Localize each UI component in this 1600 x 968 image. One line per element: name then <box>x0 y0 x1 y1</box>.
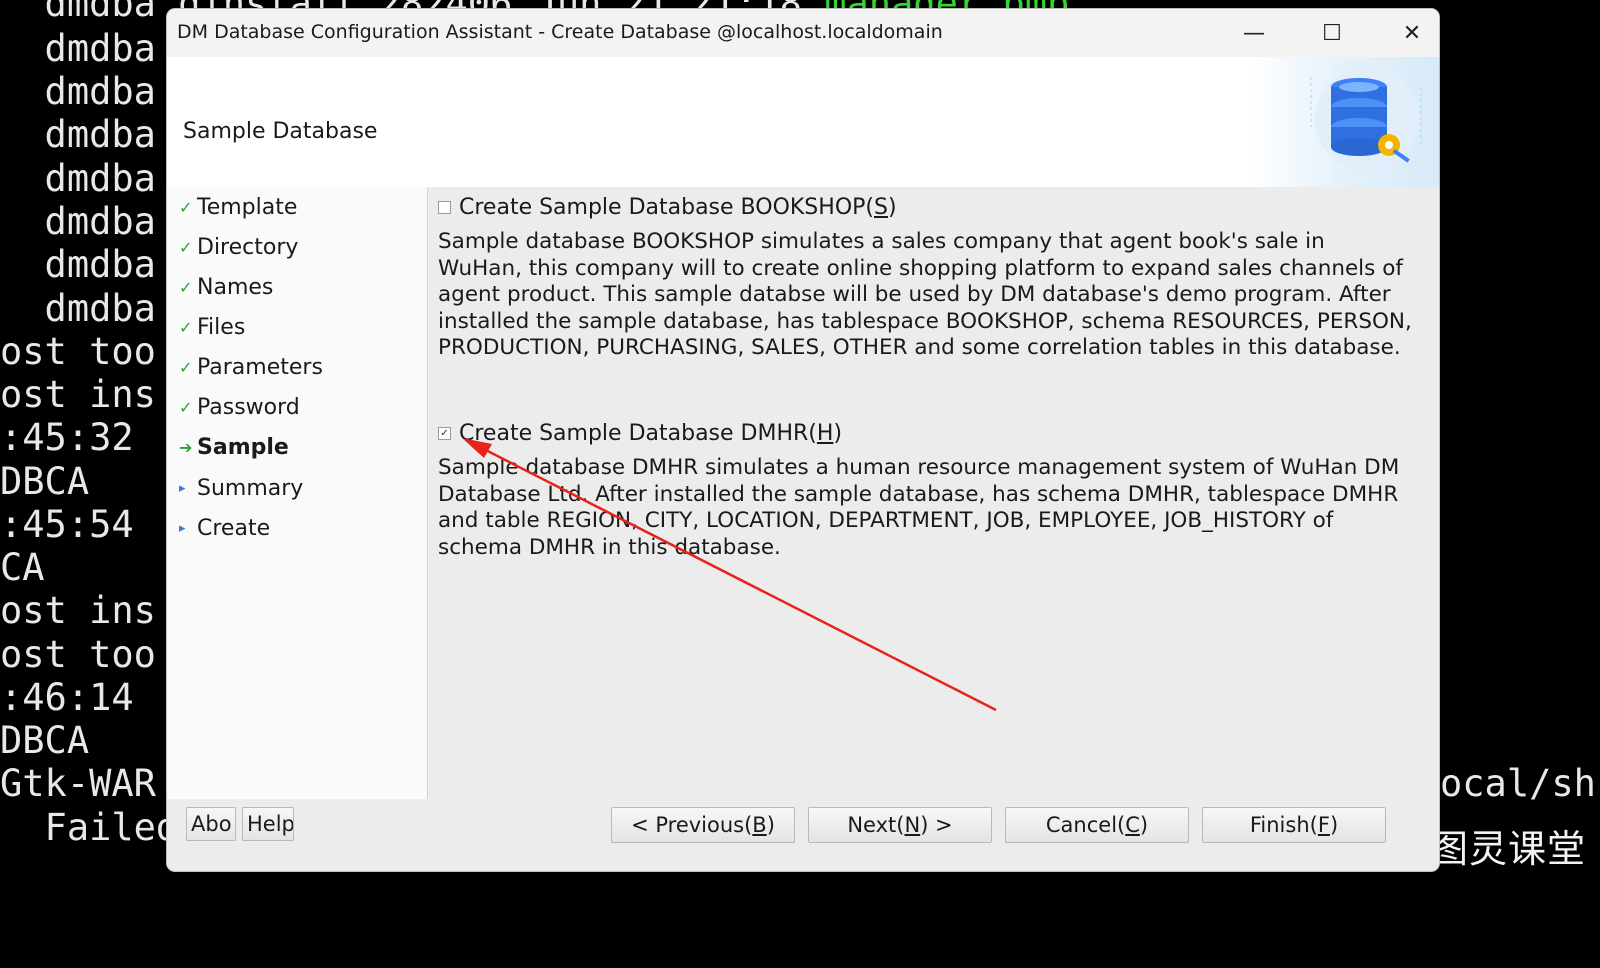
terminal-line: ost ins <box>0 589 156 632</box>
triangle-right-icon: ▸ <box>179 521 186 536</box>
nav-item-label: Directory <box>197 235 299 260</box>
terminal-line: DBCA <box>0 719 90 762</box>
dmhr-checkbox[interactable]: ✓ <box>438 427 451 440</box>
content-panel: Create Sample Database BOOKSHOP(S) Sampl… <box>428 187 1439 799</box>
nav-item-create[interactable]: ▸ Create <box>179 516 270 541</box>
terminal-line: dmdba <box>0 157 156 200</box>
cancel-button[interactable]: Cancel(C) <box>1005 807 1189 843</box>
check-icon: ✓ <box>179 358 193 377</box>
banner: Sample Database <box>167 57 1439 187</box>
terminal-line: Failed <box>0 806 179 849</box>
about-button[interactable]: Abo <box>186 807 236 841</box>
previous-button[interactable]: < Previous(B) <box>611 807 795 843</box>
window-title: DM Database Configuration Assistant - Cr… <box>177 21 943 43</box>
nav-item-label: Sample <box>197 435 289 460</box>
check-icon: ✓ <box>179 198 193 217</box>
dmhr-label: Create Sample Database DMHR(H) <box>459 421 843 446</box>
terminal-line: dmdba <box>0 287 156 330</box>
nav-item-summary[interactable]: ▸ Summary <box>179 476 303 501</box>
nav-item-label: Template <box>197 195 298 220</box>
next-button[interactable]: Next(N) > <box>808 807 992 843</box>
check-icon: ✓ <box>179 398 193 417</box>
nav-item-directory[interactable]: ✓ Directory <box>179 235 298 260</box>
watermark: 图灵课堂 <box>1429 827 1586 871</box>
terminal-line: DBCA <box>0 460 90 503</box>
maximize-button[interactable]: ☐ <box>1317 19 1347 47</box>
triangle-right-icon: ▸ <box>179 481 186 496</box>
close-button[interactable]: ✕ <box>1397 19 1427 47</box>
nav-item-label: Files <box>197 315 246 340</box>
terminal-line: Gtk-WAR <box>0 762 156 805</box>
step-nav: ✓ Template ✓ Directory ✓ Names ✓ Files ✓… <box>167 187 428 799</box>
bookshop-label: Create Sample Database BOOKSHOP(S) <box>459 195 897 220</box>
check-icon: ✓ <box>179 278 193 297</box>
terminal-line: dmdba <box>0 113 156 156</box>
nav-item-label: Summary <box>197 476 304 501</box>
arrow-right-icon: ➔ <box>179 438 193 457</box>
terminal-line: ost too <box>0 633 156 676</box>
nav-item-label: Parameters <box>197 355 323 380</box>
terminal-line: dmdba <box>0 70 156 113</box>
nav-item-label: Password <box>197 395 300 420</box>
nav-item-label: Create <box>197 516 271 541</box>
nav-item-template[interactable]: ✓ Template <box>179 195 297 220</box>
banner-art <box>1249 57 1439 187</box>
page-title: Sample Database <box>183 119 378 144</box>
nav-item-files[interactable]: ✓ Files <box>179 315 245 340</box>
nav-item-label: Names <box>197 275 274 300</box>
terminal-line: dmdba <box>0 27 156 70</box>
terminal-line: dmdba <box>0 200 156 243</box>
check-icon: ✓ <box>179 318 193 337</box>
dbca-dialog: DM Database Configuration Assistant - Cr… <box>167 9 1439 871</box>
finish-button[interactable]: Finish(F) <box>1202 807 1386 843</box>
terminal-line: ost too <box>0 330 156 373</box>
bookshop-description: Sample database BOOKSHOP simulates a sal… <box>438 229 1412 360</box>
terminal-line: :45:54 <box>0 503 134 546</box>
terminal-line: ost ins <box>0 373 156 416</box>
terminal-line: dmdba <box>0 243 156 286</box>
nav-item-parameters[interactable]: ✓ Parameters <box>179 355 323 380</box>
check-icon: ✓ <box>179 238 193 257</box>
nav-item-sample[interactable]: ➔ Sample <box>179 435 289 460</box>
terminal-line: :45:32 <box>0 416 134 459</box>
button-bar: Abo Help < Previous(B) Next(N) > Cancel(… <box>167 799 1439 871</box>
nav-item-password[interactable]: ✓ Password <box>179 395 300 420</box>
terminal-line: :46:14 <box>0 676 134 719</box>
nav-item-names[interactable]: ✓ Names <box>179 275 273 300</box>
terminal-line: CA <box>0 546 45 589</box>
help-button[interactable]: Help <box>242 807 294 841</box>
database-gear-icon <box>1310 67 1422 171</box>
dmhr-description: Sample database DMHR simulates a human r… <box>438 455 1400 560</box>
minimize-button[interactable]: — <box>1239 19 1269 47</box>
terminal-line: ocal/sh <box>1440 762 1596 805</box>
dmhr-option[interactable]: ✓ Create Sample Database DMHR(H) <box>438 421 842 446</box>
title-bar[interactable]: DM Database Configuration Assistant - Cr… <box>167 9 1439 57</box>
bookshop-checkbox[interactable] <box>438 201 451 214</box>
bookshop-option[interactable]: Create Sample Database BOOKSHOP(S) <box>438 195 897 220</box>
